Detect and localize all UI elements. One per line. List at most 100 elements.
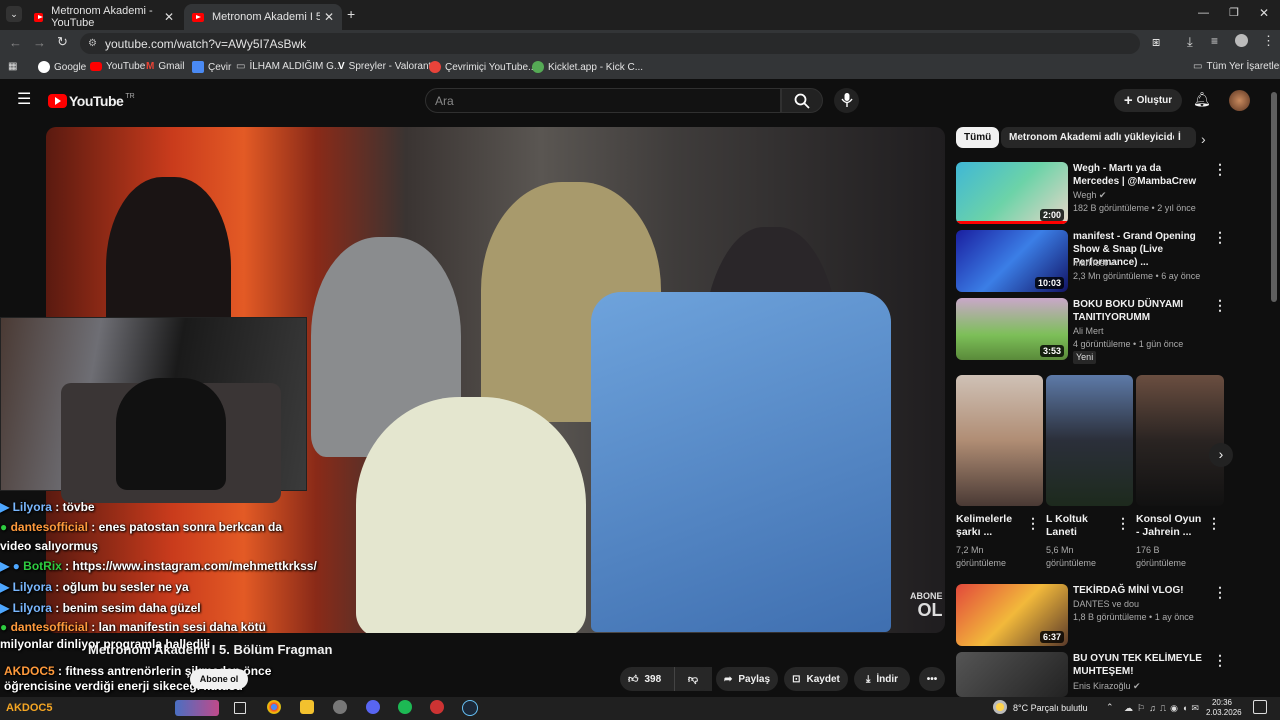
channel-name[interactable]: manifest ✔ bbox=[1073, 257, 1117, 270]
video-title-link[interactable]: BU OYUN TEK KELİMEYLE MUHTEŞEM! bbox=[1073, 652, 1205, 678]
chat-message: ▶ Lilyora : benim sesim daha güzel bbox=[0, 598, 320, 619]
file-explorer-icon[interactable] bbox=[300, 700, 314, 714]
site-info-icon[interactable]: ⚙ bbox=[88, 38, 97, 49]
chrome-icon[interactable] bbox=[267, 700, 281, 714]
discord-icon[interactable] bbox=[366, 700, 380, 714]
system-tray-icons[interactable]: ☁⚐♫⎍◉◖✉ bbox=[1124, 703, 1203, 714]
reload-icon[interactable]: ↻ bbox=[57, 34, 68, 50]
chip-uploader[interactable]: Metronom Akademi adlı yükleyiciden bbox=[1001, 127, 1193, 148]
short-menu-icon[interactable]: ⋮ bbox=[1207, 515, 1221, 532]
spotify-icon[interactable] bbox=[398, 700, 412, 714]
extensions-icon[interactable]: ⧆ bbox=[1152, 34, 1160, 50]
video-title-link[interactable]: Wegh - Martı ya da Mercedes | @MambaCrew bbox=[1073, 162, 1205, 188]
weather-text[interactable]: 8°C Parçalı bulutlu bbox=[1013, 703, 1088, 713]
short-title[interactable]: L Koltuk Laneti bbox=[1046, 513, 1114, 539]
video-thumbnail[interactable] bbox=[956, 652, 1068, 697]
video-thumbnail[interactable]: 10:03 bbox=[956, 230, 1068, 292]
tab-search-icon[interactable]: ⌄ bbox=[6, 6, 22, 22]
tray-chevron-icon[interactable]: ⌃ bbox=[1106, 702, 1114, 713]
more-actions-button[interactable]: ••• bbox=[919, 667, 945, 691]
folder-icon: ▭ bbox=[236, 61, 246, 72]
media-controls-icon[interactable]: ≡ bbox=[1211, 34, 1218, 48]
restore-icon[interactable]: ❐ bbox=[1229, 6, 1239, 19]
channel-name[interactable]: Enis Kirazoğlu ✔ bbox=[1073, 680, 1141, 693]
task-view-icon[interactable] bbox=[234, 702, 246, 714]
channel-name[interactable]: Wegh ✔ bbox=[1073, 189, 1106, 202]
duration-badge: 3:53 bbox=[1039, 345, 1064, 357]
bookmark-translate[interactable]: Çevir bbox=[192, 61, 231, 73]
video-menu-icon[interactable]: ⋮ bbox=[1213, 652, 1227, 669]
taskbar-widget[interactable] bbox=[175, 700, 219, 716]
bookmark-youtube[interactable]: YouTube bbox=[90, 61, 145, 72]
bookmark-cevrimici[interactable]: Çevrimiçi YouTube... bbox=[429, 61, 536, 73]
notification-center-icon[interactable] bbox=[1253, 700, 1267, 714]
bookmark-kicklet[interactable]: Kicklet.app - Kick C... bbox=[532, 61, 643, 73]
close-window-icon[interactable]: ✕ bbox=[1259, 6, 1269, 20]
close-tab-icon[interactable]: ✕ bbox=[324, 10, 334, 24]
page-scrollbar[interactable] bbox=[1271, 92, 1277, 302]
app-icon[interactable] bbox=[333, 700, 347, 714]
chips-next-chevron-icon[interactable]: › bbox=[1201, 131, 1206, 147]
new-tab-icon[interactable]: + bbox=[347, 6, 355, 22]
save-button[interactable]: ⊡ Kaydet bbox=[784, 667, 848, 691]
short-title[interactable]: Konsol Oyun - Jahrein ... bbox=[1136, 513, 1204, 539]
app-icon-2[interactable] bbox=[430, 700, 444, 714]
video-menu-icon[interactable]: ⋮ bbox=[1213, 297, 1227, 314]
clock[interactable]: 20:36 2.03.2026 bbox=[1206, 698, 1242, 718]
video-thumbnail[interactable]: 6:37 bbox=[956, 584, 1068, 646]
channel-name[interactable]: DANTES ve dou bbox=[1073, 598, 1139, 611]
weather-icon[interactable] bbox=[993, 700, 1007, 714]
video-menu-icon[interactable]: ⋮ bbox=[1213, 161, 1227, 178]
download-button[interactable]: ⤓ İndir bbox=[854, 667, 910, 691]
tab-video-active[interactable]: Metronom Akademi I 5. Bölüm ✕ bbox=[184, 4, 342, 30]
video-menu-icon[interactable]: ⋮ bbox=[1213, 229, 1227, 246]
notifications-bell-icon[interactable]: 🔔︎ bbox=[1193, 91, 1211, 108]
video-title-link[interactable]: BOKU BOKU DÜNYAMI TANITIYORUMM bbox=[1073, 298, 1205, 324]
create-button[interactable]: + Oluştur bbox=[1114, 89, 1182, 112]
address-bar[interactable]: ⚙ youtube.com/watch?v=AWy5I7AsBwk bbox=[80, 33, 1140, 54]
bookmark-gmail[interactable]: M Gmail bbox=[146, 61, 184, 72]
youtube-logo[interactable]: YouTube TR bbox=[48, 93, 135, 109]
avatar[interactable] bbox=[1229, 90, 1250, 111]
back-icon[interactable]: ← bbox=[9, 35, 22, 50]
short-title[interactable]: Kelimelerle şarkı ... bbox=[956, 513, 1024, 539]
dislike-button[interactable]: 👎︎ bbox=[674, 667, 711, 691]
voice-search-button[interactable] bbox=[834, 88, 859, 113]
bookmark-folder-ilham[interactable]: ▭ İLHAM ALDIĞIM G... bbox=[236, 61, 342, 72]
menu-kebab-icon[interactable]: ⋮ bbox=[1262, 33, 1275, 49]
video-thumbnail[interactable]: 3:53 bbox=[956, 298, 1068, 360]
minimize-icon[interactable]: — bbox=[1198, 7, 1209, 19]
bookmark-google[interactable]: Google bbox=[38, 61, 86, 73]
video-title-link[interactable]: TEKİRDAĞ MİNİ VLOG! bbox=[1073, 584, 1205, 597]
bookmark-icon: ⊡ bbox=[792, 673, 801, 685]
forward-icon[interactable]: → bbox=[33, 35, 46, 50]
short-menu-icon[interactable]: ⋮ bbox=[1116, 515, 1130, 532]
short-menu-icon[interactable]: ⋮ bbox=[1026, 515, 1040, 532]
profile-icon[interactable] bbox=[1235, 34, 1248, 47]
video-thumbnail[interactable]: 2:00 bbox=[956, 162, 1068, 224]
short-thumbnail[interactable] bbox=[1136, 375, 1224, 506]
short-thumbnail[interactable] bbox=[956, 375, 1043, 506]
search-button[interactable] bbox=[781, 88, 823, 113]
chat-username: Lilyora bbox=[12, 601, 52, 615]
share-button[interactable]: ➦ Paylaş bbox=[716, 667, 778, 691]
tab-title: Metronom Akademi I 5. Bölüm bbox=[212, 11, 320, 23]
bookmarks-bar: ▦ Google YouTube M Gmail Çevir ▭ İLHAM ALD… bbox=[0, 57, 1280, 79]
chip-all[interactable]: Tümü bbox=[956, 127, 1000, 148]
apps-icon[interactable]: ▦ bbox=[8, 61, 17, 72]
close-tab-icon[interactable]: ✕ bbox=[164, 10, 174, 24]
hamburger-menu-icon[interactable]: ☰ bbox=[17, 92, 31, 108]
download-icon: ⤓ bbox=[865, 673, 871, 685]
search-input[interactable]: Ara bbox=[425, 88, 781, 113]
subscribe-button[interactable]: Abone ol bbox=[190, 669, 248, 689]
short-thumbnail[interactable] bbox=[1046, 375, 1133, 506]
all-bookmarks[interactable]: ▭ Tüm Yer İşaretleri bbox=[1193, 61, 1280, 72]
steam-icon[interactable] bbox=[462, 700, 478, 716]
video-menu-icon[interactable]: ⋮ bbox=[1213, 584, 1227, 601]
bookmark-valorant[interactable]: V Spreyler - Valorant bbox=[338, 61, 431, 72]
channel-name[interactable]: Ali Mert bbox=[1073, 325, 1104, 338]
shorts-next-chevron-icon[interactable]: › bbox=[1209, 443, 1233, 467]
chip-more[interactable]: İ bbox=[1174, 127, 1196, 148]
tab-youtube-channel[interactable]: Metronom Akademi - YouTube ✕ bbox=[26, 4, 182, 30]
downloads-icon[interactable]: ⤓ bbox=[1187, 34, 1193, 50]
